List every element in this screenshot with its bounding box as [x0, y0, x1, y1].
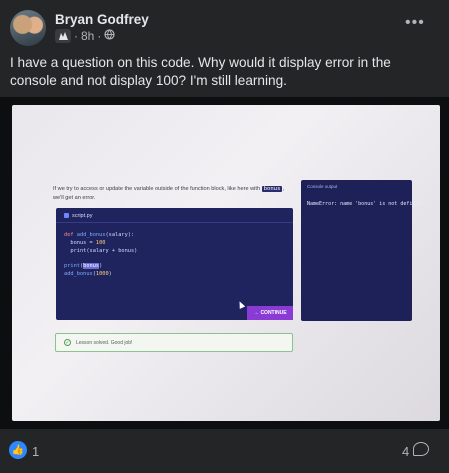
code-token: bonus [83, 263, 100, 270]
inline-code: bonus [261, 186, 283, 192]
python-file-icon [64, 213, 69, 218]
code-token: print(salary + bonus) [64, 247, 138, 254]
reaction-count[interactable]: 1 [32, 444, 39, 459]
code-token: def [64, 232, 74, 238]
continue-label: CONTINUE [260, 310, 287, 316]
solved-text: Lesson solved. Good job! [76, 339, 133, 346]
comment-icon[interactable] [413, 442, 429, 456]
meta-separator: · [97, 29, 102, 43]
mouse-cursor-icon [236, 300, 246, 309]
code-token: add_bonus [64, 270, 93, 277]
comment-count[interactable]: 4 [402, 444, 409, 459]
code-token: print [64, 263, 80, 270]
post-photo[interactable]: If we try to access or update the variab… [0, 97, 449, 429]
check-icon: ✓ [64, 339, 71, 346]
lesson-text-part: If we try to access or update the variab… [53, 186, 262, 192]
code-token: 1000 [95, 270, 109, 277]
code-editor: script.py def add_bonus(salary): bonus =… [56, 208, 293, 320]
console-output: NameError: name 'bonus' is not defined [307, 201, 422, 207]
more-options-icon[interactable]: ••• [405, 14, 425, 32]
code-token: add_bonus [76, 232, 106, 238]
globe-icon [104, 29, 115, 43]
post-time[interactable]: 8h [81, 29, 94, 43]
lesson-text: If we try to access or update the variab… [53, 185, 293, 203]
console-panel: Console output NameError: name 'bonus' i… [301, 180, 421, 321]
post-header: Bryan Godfrey · 8h · ••• [0, 0, 449, 52]
continue-button: → CONTINUE [247, 306, 293, 320]
lesson-solved-banner: ✓ Lesson solved. Good job! [55, 333, 293, 352]
post-meta: · 8h · [55, 29, 115, 43]
avatar[interactable] [10, 10, 46, 46]
author-name[interactable]: Bryan Godfrey [55, 12, 149, 27]
group-icon [55, 29, 71, 43]
meta-separator: · [74, 29, 78, 43]
code-token: bonus = [64, 239, 96, 246]
code-token: (salary): [105, 232, 135, 238]
arrow-right-icon: → [253, 310, 259, 316]
code-token: ) [99, 263, 103, 270]
file-tab-label: script.py [72, 213, 93, 219]
editor-tab: script.py [56, 208, 293, 223]
console-title: Console output [307, 184, 338, 189]
post-text: I have a question on this code. Why woul… [10, 55, 391, 88]
like-reaction-icon[interactable]: 👍 [9, 441, 27, 459]
post-footer: 👍 1 4 [0, 439, 449, 465]
photographed-screen: If we try to access or update the variab… [12, 105, 440, 421]
code-token: ) [108, 270, 112, 277]
code-token: 100 [95, 239, 106, 246]
code-block: def add_bonus(salary): bonus = 100 print… [64, 232, 137, 279]
